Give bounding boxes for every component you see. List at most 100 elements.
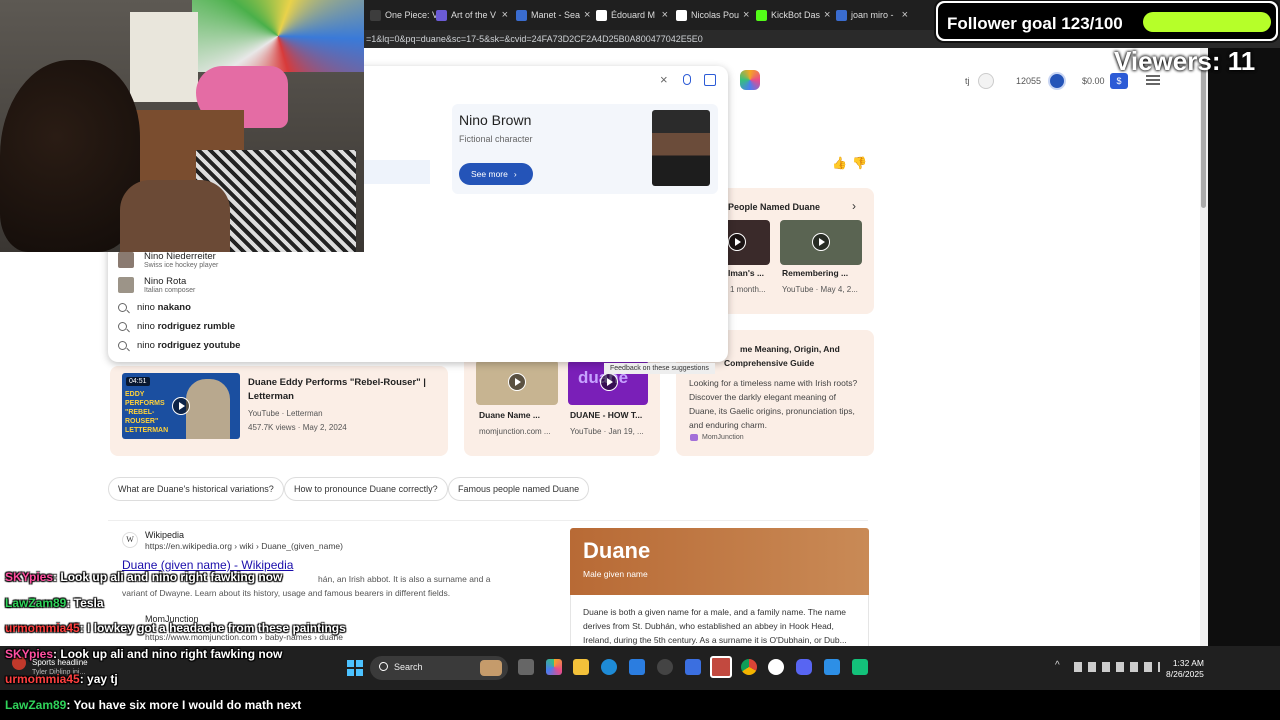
taskbar-search-box[interactable]: Search	[370, 656, 508, 680]
clear-search-icon[interactable]: ×	[660, 72, 668, 87]
video-title[interactable]: lman's ...	[728, 268, 764, 278]
chevron-up-icon[interactable]: ^	[1055, 660, 1060, 671]
tray-icons[interactable]	[1074, 662, 1160, 672]
terminal-icon[interactable]	[852, 659, 868, 675]
video-channel: Letterman	[286, 409, 323, 418]
tab-label: joan miro -	[851, 10, 894, 20]
visual-search-icon[interactable]	[704, 74, 716, 86]
task-view-icon[interactable]	[518, 659, 534, 675]
chat-message: LawZam89: Tesla	[5, 596, 104, 610]
suggestion-person[interactable]: Nino Rota Italian composer	[118, 276, 195, 294]
browser-tab[interactable]: Art of the V ×	[432, 4, 512, 26]
viewer-count: Viewers: 11	[1114, 46, 1256, 76]
user-name[interactable]: tj	[965, 76, 970, 86]
suggestion-query[interactable]: nino rodriguez youtube	[118, 340, 240, 351]
active-app-icon[interactable]	[710, 656, 732, 678]
play-icon[interactable]	[812, 233, 830, 251]
scrollbar-thumb[interactable]	[1201, 58, 1206, 208]
suggestion-person[interactable]: Nino Niederreiter Swiss ice hockey player	[118, 251, 218, 269]
suggestion-chip[interactable]: Famous people named Duane	[448, 477, 590, 501]
start-button[interactable]	[347, 660, 363, 676]
tab-close-icon[interactable]: ×	[824, 9, 830, 21]
search-highlight-icon	[480, 660, 502, 676]
video-title[interactable]: Remembering ...	[782, 268, 848, 278]
video-thumb[interactable]	[476, 360, 558, 405]
microphone-icon[interactable]	[683, 74, 691, 85]
search-icon	[379, 662, 388, 671]
result-site-name[interactable]: Wikipedia	[145, 530, 184, 540]
thumbs-up-icon[interactable]: 👍	[832, 156, 847, 170]
video-result-card[interactable]: 04:51 EDDY PERFORMS "REBEL-ROUSER" LETTE…	[110, 366, 448, 456]
thumbs-down-icon[interactable]: 👎	[852, 156, 867, 170]
play-icon[interactable]	[508, 373, 526, 391]
browser-tab[interactable]: KickBot Das ×	[752, 4, 832, 26]
discord-icon[interactable]	[796, 659, 812, 675]
tab-close-icon[interactable]: ×	[662, 9, 668, 21]
obs-icon[interactable]	[657, 659, 673, 675]
edge-icon[interactable]	[601, 659, 617, 675]
photos-icon[interactable]	[824, 659, 840, 675]
suggestion-query[interactable]: nino nakano	[118, 302, 191, 313]
painting-left	[130, 12, 198, 102]
video-thumb[interactable]	[722, 220, 770, 265]
tab-close-icon[interactable]: ×	[502, 9, 508, 21]
tab-close-icon[interactable]: ×	[743, 9, 749, 21]
thumb-figure	[186, 379, 230, 439]
meaning-title[interactable]: me Meaning, Origin, And	[740, 344, 840, 354]
chrome-icon[interactable]	[741, 659, 757, 675]
entity-card[interactable]: Nino Brown Fictional character See more ›	[452, 104, 718, 194]
video-thumbnail[interactable]: 04:51 EDDY PERFORMS "REBEL-ROUSER" LETTE…	[122, 373, 240, 439]
see-more-button[interactable]: See more ›	[459, 163, 533, 185]
video-thumb[interactable]	[780, 220, 862, 265]
paint-icon[interactable]	[685, 659, 701, 675]
follower-goal-widget: Follower goal 123/100	[936, 1, 1278, 41]
thumb-text: EDDY PERFORMS "REBEL-ROUSER" LETTERMAN	[125, 391, 169, 434]
tab-label: Nicolas Pou	[691, 10, 740, 20]
video-title[interactable]: Duane Eddy Performs "Rebel-Rouser" | Let…	[248, 376, 428, 404]
clock-time[interactable]: 1:32 AM	[1172, 658, 1204, 668]
media-player-icon[interactable]	[768, 659, 784, 675]
browser-tab[interactable]: Édouard M ×	[592, 4, 672, 26]
suggestion-chip[interactable]: How to pronounce Duane correctly?	[284, 477, 448, 501]
panel-subtitle: Male given name	[583, 569, 648, 579]
video-title[interactable]: DUANE - HOW T...	[570, 410, 642, 420]
suggestion-query[interactable]: nino rodriguez rumble	[118, 321, 235, 332]
video-title[interactable]: Duane Name ...	[479, 410, 540, 420]
wallet-balance[interactable]: $0.00	[1082, 76, 1105, 86]
chat-user: LawZam89	[5, 596, 67, 610]
streamer-head	[0, 60, 140, 252]
result-url[interactable]: https://en.wikipedia.org › wiki › Duane_…	[145, 541, 343, 551]
tab-close-icon[interactable]: ×	[902, 9, 908, 21]
copilot-icon[interactable]	[740, 70, 760, 90]
page-scrollbar[interactable]	[1200, 48, 1208, 646]
browser-tab[interactable]: Nicolas Pou ×	[672, 4, 752, 26]
rewards-trophy-icon[interactable]	[1048, 72, 1066, 90]
play-icon[interactable]	[600, 373, 618, 391]
suggestion-prefix: nino	[137, 302, 158, 313]
play-icon[interactable]	[728, 233, 746, 251]
result-snippet: hán, an Irish abbot. It is also a surnam…	[318, 574, 491, 584]
tab-close-icon[interactable]: ×	[584, 9, 590, 21]
rewards-points[interactable]: 12055	[1016, 76, 1041, 86]
feedback-link[interactable]: Feedback on these suggestions	[604, 363, 715, 374]
divider	[108, 520, 868, 521]
painting-top	[192, 0, 364, 72]
browser-tab[interactable]: Manet - Sea ×	[512, 4, 592, 26]
meaning-title-2[interactable]: Comprehensive Guide	[724, 358, 814, 368]
video-meta: YouTube · Jan 19, ...	[570, 427, 644, 436]
play-icon[interactable]	[172, 397, 190, 415]
chevron-right-icon[interactable]: ›	[852, 199, 856, 213]
browser-tab[interactable]: joan miro - ×	[832, 4, 912, 26]
copilot-icon[interactable]	[546, 659, 562, 675]
store-icon[interactable]	[629, 659, 645, 675]
user-avatar-icon[interactable]	[978, 73, 994, 89]
tab-label: Art of the V	[451, 10, 497, 20]
file-explorer-icon[interactable]	[573, 659, 589, 675]
suggestion-chip[interactable]: What are Duane's historical variations?	[108, 477, 284, 501]
chat-text: Tesla	[73, 596, 104, 610]
people-named-title[interactable]: People Named Duane	[728, 202, 820, 212]
tab-label: One Piece: V	[385, 10, 439, 20]
suggestion-desc: Italian composer	[144, 287, 196, 294]
knowledge-panel-header: Duane Male given name	[570, 528, 869, 595]
clock-date[interactable]: 8/26/2025	[1166, 669, 1204, 679]
